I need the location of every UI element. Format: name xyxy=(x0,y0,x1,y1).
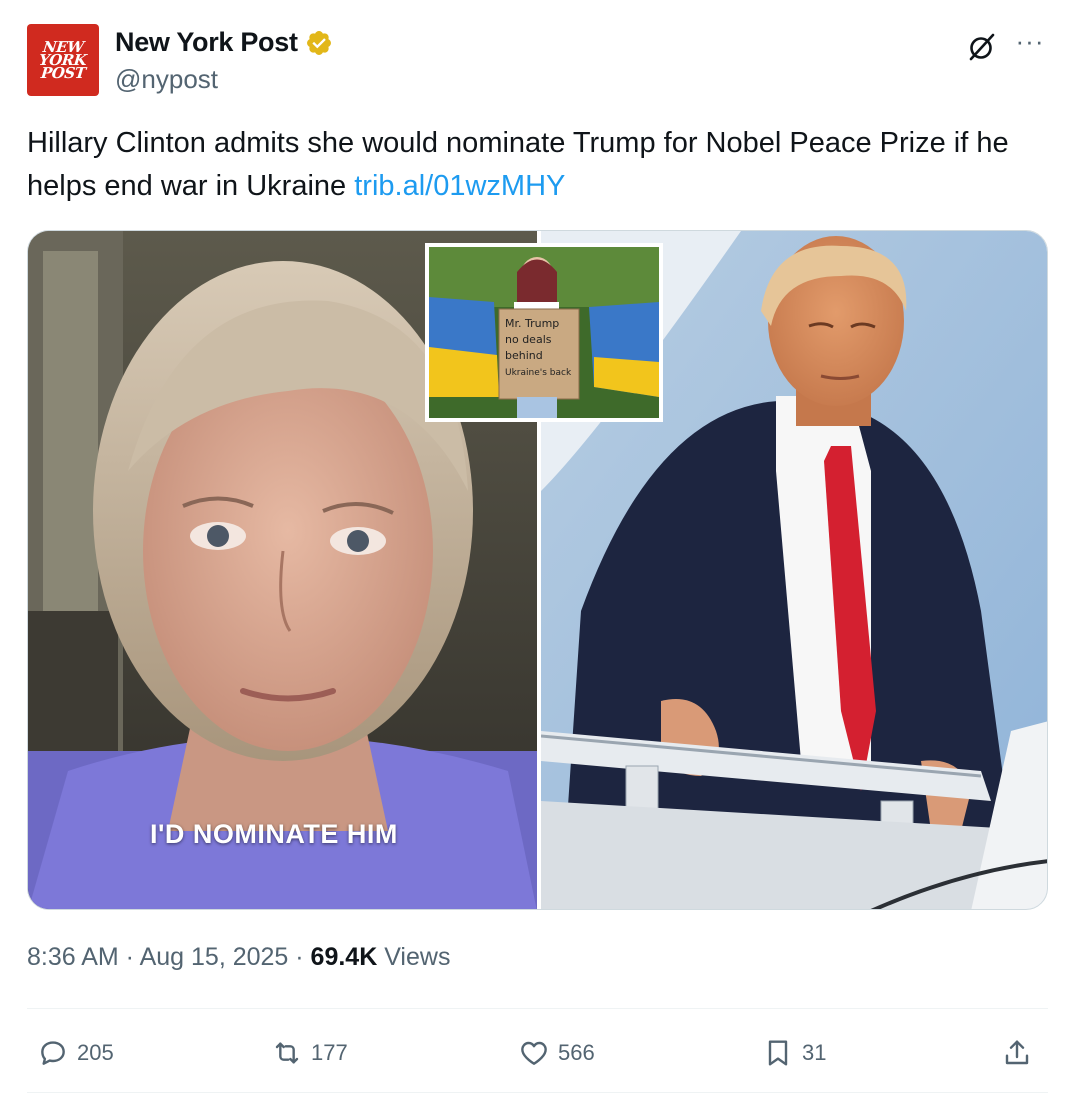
reply-button[interactable]: 205 xyxy=(37,1030,114,1076)
bookmark-button[interactable]: 31 xyxy=(762,1030,826,1076)
bookmark-count: 31 xyxy=(802,1040,827,1065)
account-name-row: New York Post xyxy=(115,27,333,58)
sign-line-1: Mr. Trump xyxy=(505,317,559,330)
divider xyxy=(27,1008,1048,1009)
share-icon xyxy=(1005,1040,1029,1065)
tweet-media[interactable]: I'D NOMINATE HIM Mr. Trump no deals behi… xyxy=(27,230,1048,910)
reply-count: 205 xyxy=(77,1040,114,1065)
repost-count: 177 xyxy=(311,1040,348,1065)
account-name[interactable]: New York Post xyxy=(115,27,298,58)
like-button[interactable]: 566 xyxy=(518,1030,595,1076)
action-bar: 205 177 566 31 xyxy=(27,1030,1048,1076)
tweet-link[interactable]: trib.al/01wzMHY xyxy=(354,170,565,202)
repost-icon xyxy=(275,1042,299,1064)
like-count: 566 xyxy=(558,1040,595,1065)
divider-bottom xyxy=(27,1092,1048,1093)
more-icon[interactable]: ··· xyxy=(1013,26,1047,56)
views-count: 69.4K xyxy=(310,943,378,971)
tweet-meta: 8:36 AM · Aug 15, 2025 · 69.4K Views xyxy=(27,943,450,972)
views-label: Views xyxy=(377,943,451,971)
share-button[interactable] xyxy=(1001,1030,1041,1076)
sign-line-4: Ukraine's back xyxy=(505,368,572,378)
meta-separator-2: · xyxy=(288,943,311,971)
account-handle[interactable]: @nypost xyxy=(115,64,218,95)
tweet-date[interactable]: Aug 15, 2025 xyxy=(140,943,289,971)
meta-separator: · xyxy=(118,943,140,971)
repost-button[interactable]: 177 xyxy=(271,1030,348,1076)
logo-line-3: POST xyxy=(39,63,87,82)
verified-badge-icon[interactable] xyxy=(305,29,333,57)
tweet-text: Hillary Clinton admits she would nominat… xyxy=(27,122,1057,208)
sign-line-2: no deals xyxy=(505,333,552,346)
reply-icon xyxy=(41,1041,65,1065)
heart-icon xyxy=(521,1041,547,1065)
tweet-time[interactable]: 8:36 AM xyxy=(27,943,119,971)
bookmark-icon xyxy=(768,1040,788,1066)
inset-photo-protester[interactable]: Mr. Trump no deals behind Ukraine's back xyxy=(425,243,663,422)
video-caption: I'D NOMINATE HIM xyxy=(150,819,398,849)
tweet-header: NEW YORK POST New York Post @nypost ··· xyxy=(27,24,1051,100)
account-avatar[interactable]: NEW YORK POST xyxy=(27,24,99,96)
sign-line-3: behind xyxy=(505,349,543,362)
grok-icon[interactable] xyxy=(967,32,997,62)
